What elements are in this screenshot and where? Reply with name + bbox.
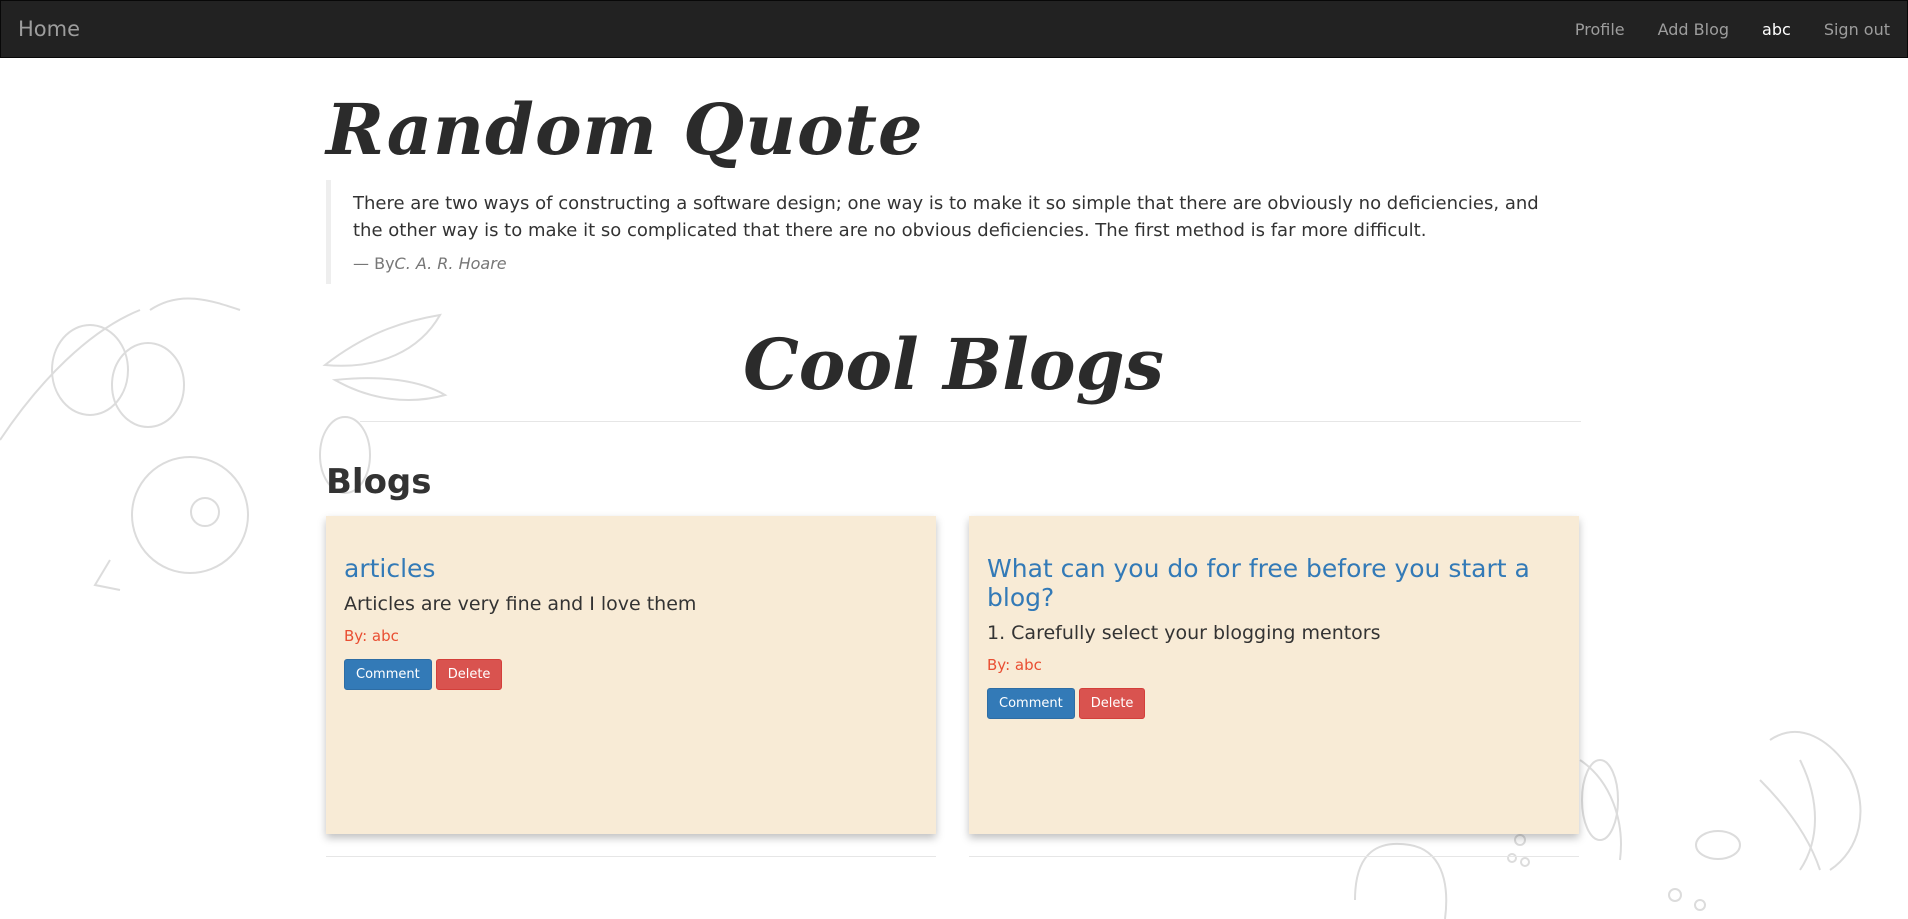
blog-card: What can you do for free before you star… bbox=[969, 516, 1579, 834]
nav-username-link[interactable]: abc bbox=[1762, 20, 1791, 39]
nav-sign-out-link[interactable]: Sign out bbox=[1824, 20, 1890, 39]
quote-block: There are two ways of constructing a sof… bbox=[326, 180, 1581, 284]
comment-button[interactable]: Comment bbox=[987, 688, 1075, 719]
card-divider bbox=[326, 856, 936, 857]
nav-profile-link[interactable]: Profile bbox=[1575, 20, 1625, 39]
nav-add-blog-link[interactable]: Add Blog bbox=[1658, 20, 1729, 39]
flower-doodle-icon bbox=[93, 456, 249, 591]
nav-links: Profile Add Blog abc Sign out bbox=[1542, 20, 1890, 39]
blog-title[interactable]: articles bbox=[344, 554, 918, 583]
blog-author: By: abc bbox=[344, 627, 399, 645]
card-divider bbox=[969, 856, 1579, 857]
pepper-doodle-icon bbox=[1579, 759, 1622, 861]
delete-button[interactable]: Delete bbox=[435, 659, 503, 690]
home-link[interactable]: Home bbox=[18, 17, 80, 41]
quote-by-prefix: — By bbox=[353, 254, 395, 273]
background-doodles bbox=[0, 0, 1908, 919]
blog-card: articles Articles are very fine and I lo… bbox=[326, 516, 936, 834]
blog-title[interactable]: What can you do for free before you star… bbox=[987, 554, 1561, 612]
blog-description: Articles are very fine and I love them bbox=[344, 593, 697, 615]
page-heading: Cool Blogs bbox=[743, 323, 1164, 406]
divider bbox=[360, 421, 1581, 422]
quote-author: C. A. R. Hoare bbox=[394, 254, 507, 273]
section-title: Blogs bbox=[326, 462, 432, 502]
top-navbar: Home Profile Add Blog abc Sign out bbox=[0, 0, 1908, 58]
seeds-doodle-icon bbox=[1507, 830, 1741, 911]
blog-actions: Comment Delete bbox=[344, 659, 918, 690]
herb-doodle-icon bbox=[1759, 730, 1862, 871]
quote-text: There are two ways of constructing a sof… bbox=[353, 193, 1539, 241]
comment-button[interactable]: Comment bbox=[344, 659, 432, 690]
blog-description: 1. Carefully select your blogging mentor… bbox=[987, 622, 1381, 644]
quote-title: Random Quote bbox=[326, 88, 924, 171]
delete-button[interactable]: Delete bbox=[1078, 688, 1146, 719]
blog-actions: Comment Delete bbox=[987, 688, 1561, 719]
quote-footer: — ByC. A. R. Hoare bbox=[353, 254, 1561, 273]
berry-doodle-icon bbox=[0, 297, 241, 441]
blog-author: By: abc bbox=[987, 656, 1042, 674]
